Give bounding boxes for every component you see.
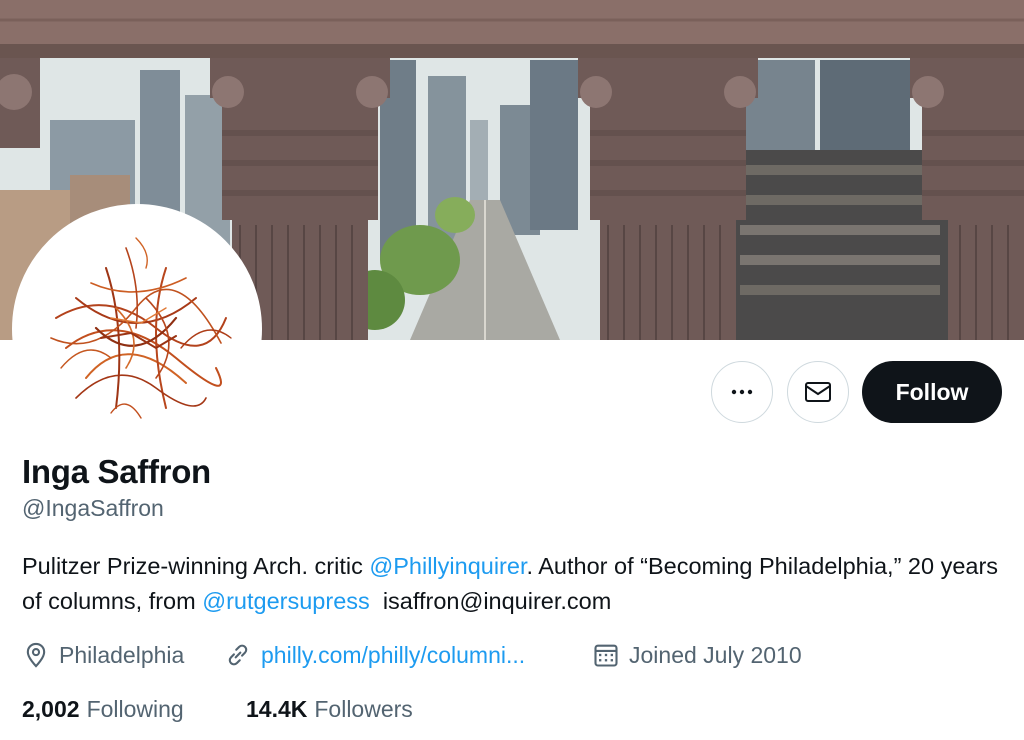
message-button[interactable] [787, 361, 849, 423]
following-label: Following [86, 695, 184, 722]
followers-label: Followers [314, 695, 413, 722]
calendar-icon [594, 644, 618, 667]
follow-button[interactable]: Follow [862, 361, 1002, 423]
envelope-icon [805, 382, 831, 402]
followers-count: 14.4K [246, 695, 308, 722]
followers-stat[interactable]: 14.4K Followers [246, 692, 413, 726]
link-icon [228, 644, 248, 666]
profile-website[interactable]: philly.com/philly/columni... [224, 638, 525, 672]
mention-rutgersupress-link[interactable]: @rutgersupress [202, 588, 370, 614]
avatar[interactable] [12, 204, 262, 454]
bio-email: isaffron@inquirer.com [369, 588, 612, 614]
joined-text: Joined July 2010 [629, 641, 802, 668]
more-button[interactable] [711, 361, 773, 423]
profile-location: Philadelphia [22, 638, 184, 672]
location-text: Philadelphia [59, 641, 185, 668]
profile-name: Inga Saffron [22, 453, 211, 490]
more-icon [731, 389, 753, 395]
profile-handle: @IngaSaffron [22, 495, 164, 521]
bio-text: Pulitzer Prize-winning Arch. critic [22, 553, 370, 579]
profile-joined: Joined July 2010 [592, 638, 802, 672]
following-count: 2,002 [22, 695, 80, 722]
website-link[interactable]: philly.com/philly/columni... [261, 642, 525, 669]
following-stat[interactable]: 2,002 Following [22, 692, 184, 726]
saffron-threads-image [16, 208, 258, 450]
mention-phillyinquirer-link[interactable]: @Phillyinquirer [369, 553, 526, 579]
profile-bio: Pulitzer Prize-winning Arch. critic @Phi… [22, 549, 1012, 619]
location-pin-icon [26, 642, 46, 668]
